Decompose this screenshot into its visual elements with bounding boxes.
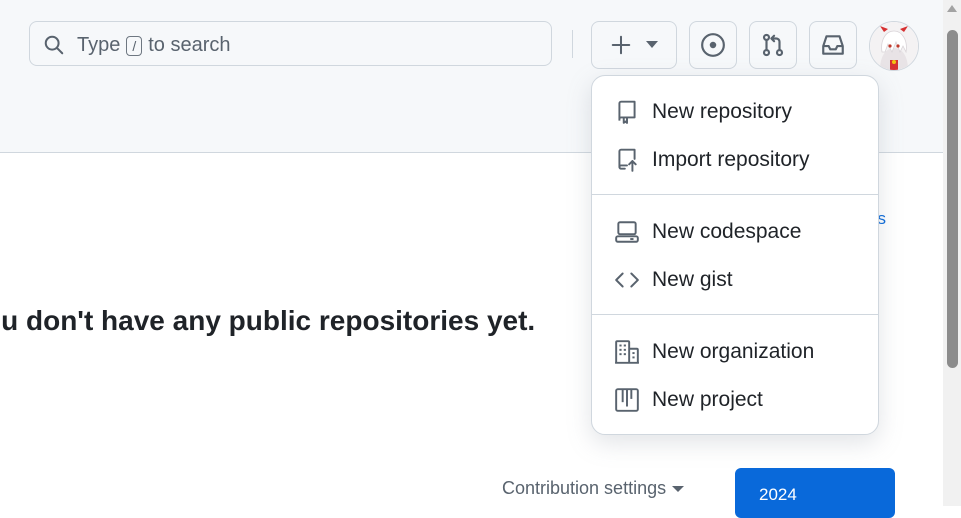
search-placeholder-prefix: Type — [77, 34, 121, 56]
menu-item-label: New organization — [652, 340, 815, 363]
menu-item-new-project[interactable]: New project — [600, 378, 870, 422]
triangle-down-icon — [672, 485, 685, 492]
menu-item-import-repository[interactable]: Import repository — [600, 138, 870, 182]
repo-push-icon — [618, 148, 637, 172]
menu-item-new-organization[interactable]: New organization — [600, 330, 870, 374]
search-icon — [44, 35, 64, 55]
project-icon — [615, 388, 639, 412]
menu-divider — [592, 194, 878, 195]
menu-item-new-repository[interactable]: New repository — [600, 90, 870, 134]
pull-requests-button[interactable] — [749, 21, 797, 69]
issue-opened-icon — [701, 33, 725, 57]
triangle-down-icon — [646, 41, 658, 48]
repo-icon — [618, 100, 636, 124]
menu-divider — [592, 314, 878, 315]
menu-item-label: New project — [652, 388, 763, 411]
create-new-menu: New repository Import repository New cod… — [591, 75, 879, 435]
avatar-image — [870, 22, 918, 70]
empty-repositories-message: ou don't have any public repositories ye… — [0, 305, 536, 336]
menu-item-label: New gist — [652, 268, 733, 291]
git-pull-request-icon — [762, 33, 784, 57]
menu-item-label: Import repository — [652, 148, 810, 171]
contribution-settings-dropdown[interactable]: Contribution settings — [502, 478, 685, 499]
header-divider — [572, 30, 573, 58]
vertical-scrollbar[interactable] — [943, 0, 961, 506]
menu-item-new-codespace[interactable]: New codespace — [600, 210, 870, 254]
code-icon — [615, 272, 639, 288]
codespaces-icon — [615, 221, 639, 243]
avatar[interactable] — [869, 21, 919, 71]
menu-item-new-gist[interactable]: New gist — [600, 258, 870, 302]
menu-item-label: New codespace — [652, 220, 802, 243]
year-button-2024[interactable]: 2024 — [735, 468, 895, 518]
inbox-button[interactable] — [809, 21, 857, 69]
inbox-icon — [822, 35, 844, 55]
search-input[interactable]: Type / to search — [29, 21, 552, 66]
create-new-button[interactable] — [591, 21, 677, 69]
organization-icon — [615, 340, 639, 364]
search-placeholder: Type / to search — [77, 34, 231, 57]
menu-item-label: New repository — [652, 100, 793, 123]
scroll-up-arrow-icon[interactable] — [947, 5, 957, 12]
issues-button[interactable] — [689, 21, 737, 69]
scrollbar-thumb[interactable] — [947, 30, 958, 368]
search-shortcut-key: / — [126, 35, 143, 56]
contribution-settings-label: Contribution settings — [502, 478, 667, 498]
plus-icon — [611, 35, 631, 55]
search-placeholder-suffix: to search — [148, 34, 231, 56]
